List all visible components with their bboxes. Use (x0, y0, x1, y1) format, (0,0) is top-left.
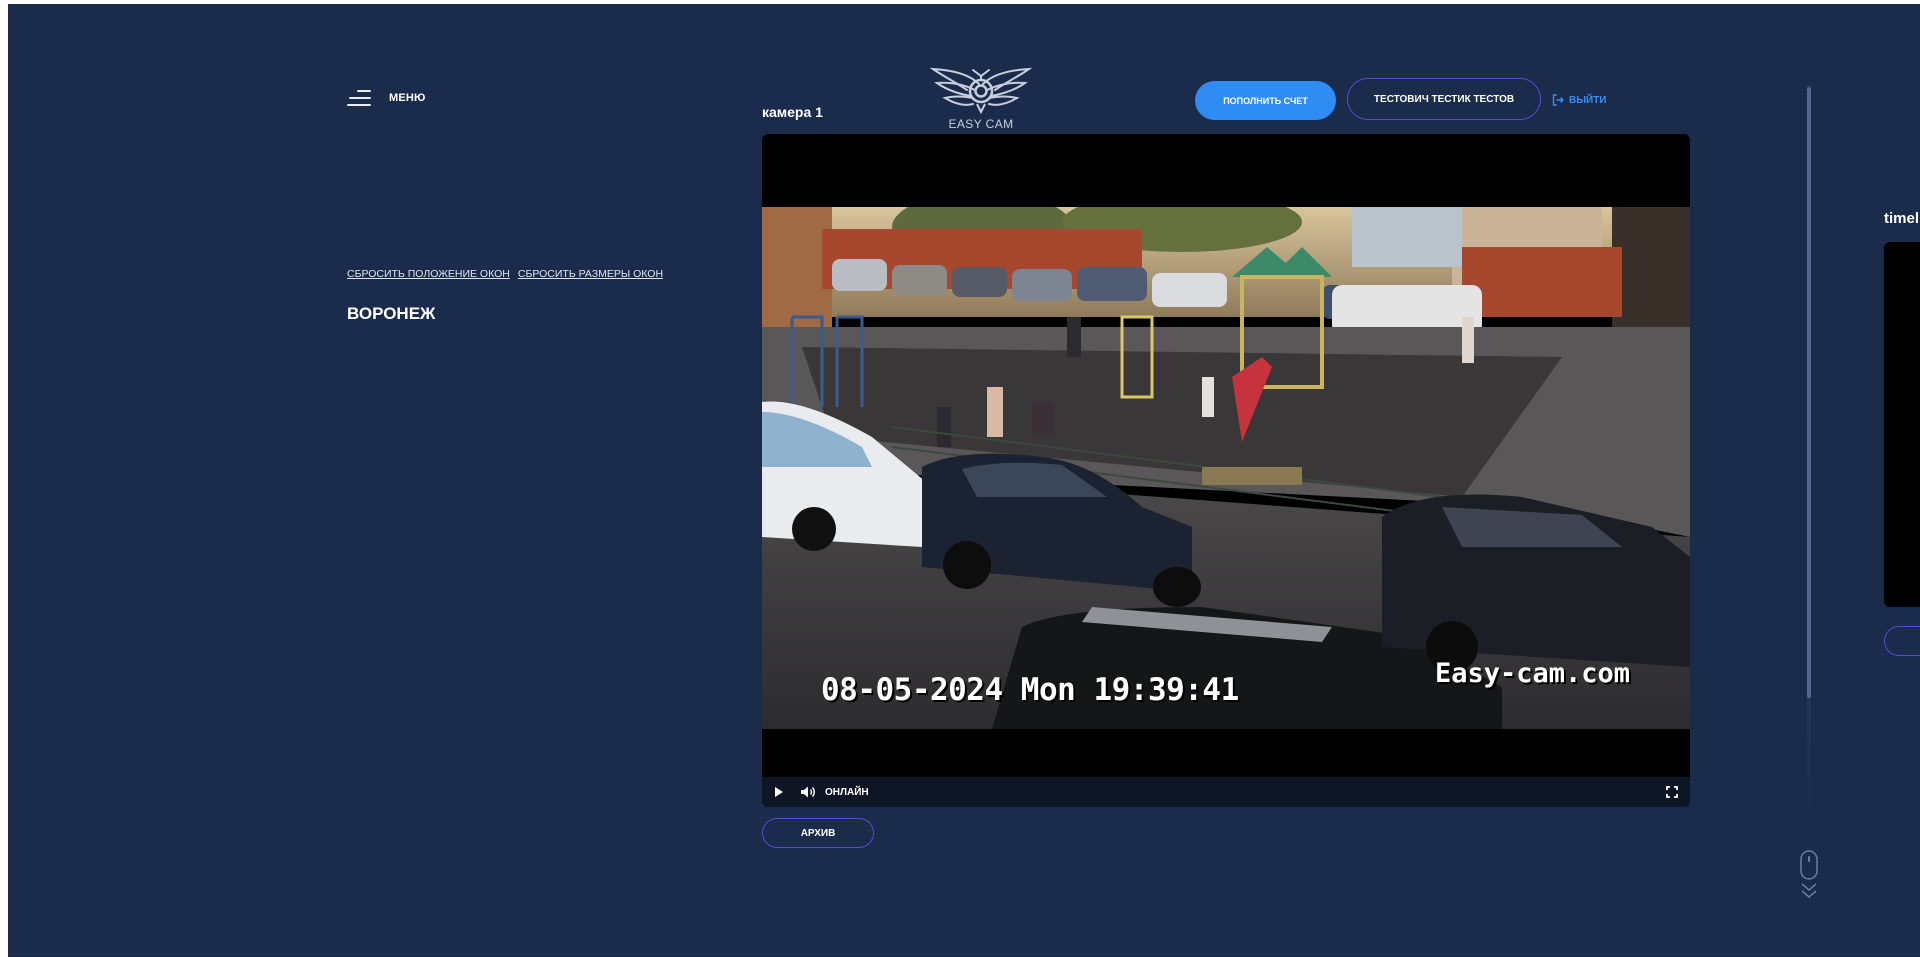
top-up-balance-button[interactable]: ПОПОЛНИТЬ СЧЕТ (1195, 81, 1336, 120)
timeline-title: timeline (1884, 210, 1920, 227)
menu-label: МЕНЮ (389, 92, 426, 104)
logout-link[interactable]: ВЫЙТИ (1552, 94, 1607, 106)
archive-button[interactable]: АРХИВ (762, 818, 874, 848)
page-scrollbar-thumb[interactable] (1807, 88, 1811, 698)
hamburger-icon (347, 90, 371, 106)
app-root: МЕНЮ EASY CAM ПОПОЛНИТЬ СЧЕТ ТЕСТОВИЧ ТЕ… (8, 4, 1920, 957)
video-player[interactable]: 08-05-2024 Mon 19:39:41 Easy-cam.com ОНЛ… (762, 134, 1690, 807)
stream-status-label: ОНЛАЙН (825, 786, 869, 798)
city-title: ВОРОНЕЖ (347, 304, 436, 323)
window-reset-links: СБРОСИТЬ ПОЛОЖЕНИЕ ОКОН СБРОСИТЬ РАЗМЕРЫ… (347, 268, 663, 280)
timeline-button[interactable] (1884, 626, 1920, 656)
menu-button[interactable]: МЕНЮ (347, 90, 426, 106)
logo: EASY CAM (926, 60, 1036, 131)
volume-icon[interactable] (800, 785, 816, 799)
osd-watermark: Easy-cam.com (1435, 658, 1631, 689)
play-icon[interactable] (774, 786, 784, 798)
owl-logo-icon (929, 67, 1033, 115)
camera-video-frame: 08-05-2024 Mon 19:39:41 Easy-cam.com (762, 207, 1690, 729)
camera-title: камера 1 (762, 104, 823, 120)
reset-window-position-link[interactable]: СБРОСИТЬ ПОЛОЖЕНИЕ ОКОН (347, 268, 510, 280)
logo-text: EASY CAM (948, 117, 1014, 131)
logout-label: ВЫЙТИ (1569, 94, 1607, 106)
timeline-panel[interactable] (1884, 242, 1920, 607)
camera-scene (762, 207, 1690, 729)
fullscreen-icon[interactable] (1666, 786, 1678, 798)
logout-icon (1552, 94, 1564, 106)
reset-window-size-link[interactable]: СБРОСИТЬ РАЗМЕРЫ ОКОН (518, 268, 663, 280)
osd-timestamp: 08-05-2024 Mon 19:39:41 (821, 672, 1239, 708)
player-controls: ОНЛАЙН (762, 777, 1690, 807)
user-profile-button[interactable]: ТЕСТОВИЧ ТЕСТИК ТЕСТОВ (1347, 78, 1541, 120)
mouse-scroll-icon[interactable] (1798, 850, 1820, 905)
